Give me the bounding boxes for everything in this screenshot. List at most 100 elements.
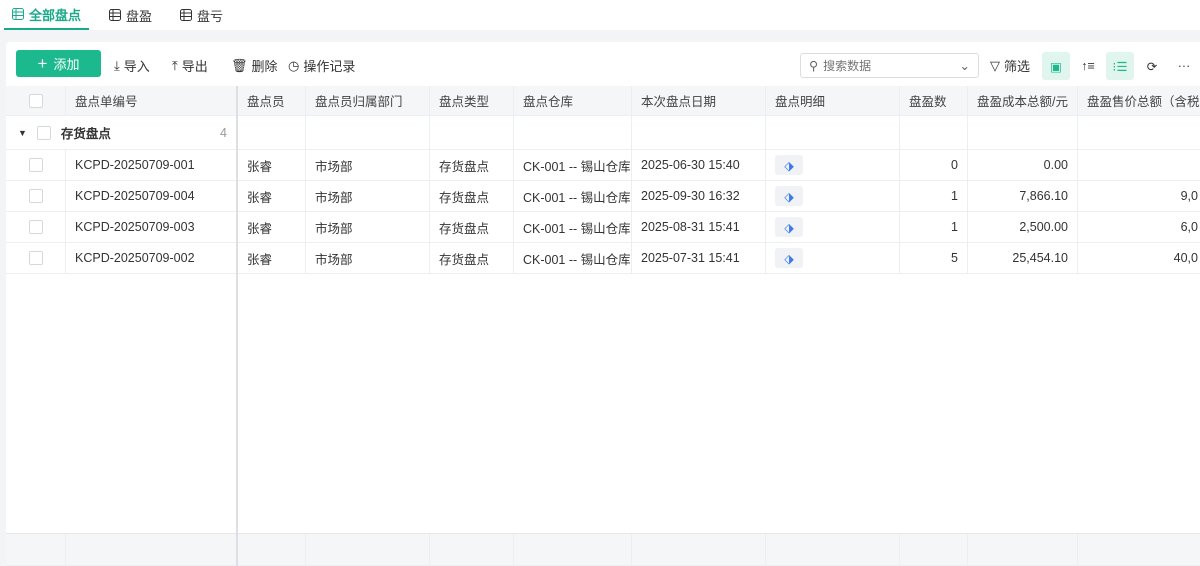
sort-icon: ↑≡ [1081,59,1095,73]
frozen-column-divider[interactable] [236,86,238,566]
column-header[interactable]: 盘点类型 [430,86,514,115]
table-cell [430,116,514,149]
table-cell: ⬗ [766,212,900,242]
table-cell: 市场部 [306,212,430,242]
summary-cell [968,534,1078,565]
table-cell [1078,150,1200,180]
table-cell: 2025-09-30 16:32 [632,181,766,211]
view-tabs: 全部盘点 盘盈 盘亏 [0,0,1200,30]
cell-text: 盘点员归属部门 [315,95,403,109]
plus-icon: + [37,53,48,73]
search-input[interactable] [823,58,955,73]
table-cell: 7,866.10 [968,181,1078,211]
table-cell: 存货盘点 [430,243,514,273]
table-cell: 6,0 [1078,212,1200,242]
cell-text: 市场部 [315,159,353,174]
table-cell: 张睿 [238,212,306,242]
cell-text: CK-001 -- 锡山仓库 [523,252,631,267]
cell-text: 存货盘点 [439,190,490,205]
toolbar: +添加 ⤓导入 ⤒导出 🗑删除 ◷操作记录 ⚲⌄ ▽筛选 ▣ ↑≡ ⁝☰ ⟳ ·… [6,42,1200,86]
chevron-down-icon[interactable]: ⌄ [960,58,970,73]
column-header[interactable]: 盘盈售价总额（含税） [1078,86,1200,115]
summary-cell [766,534,900,565]
checkbox-cell [6,243,66,273]
caret-down-icon[interactable]: ▼ [18,128,27,138]
table-cell [1078,116,1200,149]
group-button[interactable]: ⁝☰ [1106,52,1134,80]
cell-text: 存货盘点 [439,252,490,267]
cell-text: 2025-09-30 16:32 [641,189,740,203]
search-box[interactable]: ⚲⌄ [800,53,979,78]
table-row: KCPD-20250709-003 张睿 市场部 存货盘点 CK-001 -- 锡山仓库… [6,212,1200,243]
export-button[interactable]: ⤒ 导出 [172,56,208,75]
tab-surplus[interactable]: 盘盈 [101,0,160,30]
row-checkbox[interactable] [28,158,43,172]
tab-deficit[interactable]: 盘亏 [172,0,231,30]
table-cell: 存货盘点 [430,212,514,242]
cell-text: 1 [951,220,958,234]
detail-link-icon[interactable]: ⬗ [775,217,803,237]
table-cell: 2025-08-31 15:41 [632,212,766,242]
group-header-cell[interactable]: ▼ 存货盘点 4 [6,116,238,149]
detail-link-icon[interactable]: ⬗ [775,186,803,206]
table-cell: KCPD-20250709-002 [66,243,238,273]
detail-link-icon[interactable]: ⬗ [775,155,803,175]
detail-link-icon[interactable]: ⬗ [775,248,803,268]
cell-text: 2025-08-31 15:41 [641,220,740,234]
row-checkbox[interactable] [28,220,43,234]
more-button[interactable]: ··· [1170,52,1198,80]
filter-button[interactable]: ▽ 筛选 [990,56,1030,75]
table-cell: 2025-07-31 15:41 [632,243,766,273]
sort-button[interactable]: ↑≡ [1074,52,1102,80]
group-checkbox[interactable] [36,125,51,140]
group-icon: ⁝☰ [1112,59,1128,74]
import-button[interactable]: ⤓ 导入 [114,56,150,75]
cell-text: 6,0 [1180,220,1198,234]
row-checkbox[interactable] [28,251,43,265]
table-header: 盘点单编号 盘点员 盘点员归属部门 盘点类型 盘点仓库 本次盘点日期 盘点明细 盘盈数 盘盈成本… [6,86,1200,116]
row-checkbox[interactable] [28,189,43,203]
table-cell: 2025-06-30 15:40 [632,150,766,180]
column-header[interactable]: 盘点员归属部门 [306,86,430,115]
row-checkbox[interactable] [28,93,43,108]
table-cell: 存货盘点 [430,181,514,211]
column-header[interactable]: 盘点单编号 [66,86,238,115]
column-header[interactable]: 盘点明细 [766,86,900,115]
column-header[interactable]: 盘点仓库 [514,86,632,115]
table-cell [900,116,968,149]
cell-text: CK-001 -- 锡山仓库 [523,221,631,236]
column-header[interactable]: 盘盈成本总额/元 [968,86,1078,115]
cell-text: 40,0 [1173,251,1198,265]
table-cell [632,116,766,149]
table-cell: 存货盘点 [430,150,514,180]
tab-all-inventory[interactable]: 全部盘点 [4,0,90,30]
column-header[interactable]: 盘盈数 [900,86,968,115]
table-cell: 40,0 [1078,243,1200,273]
refresh-icon: ⟳ [1146,59,1158,74]
operation-log-button[interactable]: ◷ 操作记录 [288,56,355,75]
cell-text: 盘盈数 [909,95,947,109]
column-header[interactable]: 本次盘点日期 [632,86,766,115]
summary-cell [238,534,306,565]
refresh-button[interactable]: ⟳ [1138,52,1166,80]
table-icon [180,9,193,21]
cell-text: 盘点类型 [439,95,490,109]
table-cell: 25,454.10 [968,243,1078,273]
cell-text: KCPD-20250709-001 [75,158,195,172]
add-button[interactable]: + 添加 [16,50,101,77]
table-cell: 1 [900,212,968,242]
cell-text: 盘盈售价总额（含税） [1087,95,1200,109]
view-toggle-button[interactable]: ▣ [1042,52,1070,80]
checkbox-cell [6,212,66,242]
cell-text: 市场部 [315,252,353,267]
table-cell: 1 [900,181,968,211]
cell-text: 盘点明细 [775,95,826,109]
delete-button[interactable]: 🗑 删除 [231,56,278,75]
summary-row [6,533,1200,566]
checkbox-cell [6,150,66,180]
table-cell: 张睿 [238,243,306,273]
column-header[interactable]: 盘点员 [238,86,306,115]
table-cell: CK-001 -- 锡山仓库 [514,150,632,180]
table-cell: 市场部 [306,181,430,211]
table-cell: 2,500.00 [968,212,1078,242]
